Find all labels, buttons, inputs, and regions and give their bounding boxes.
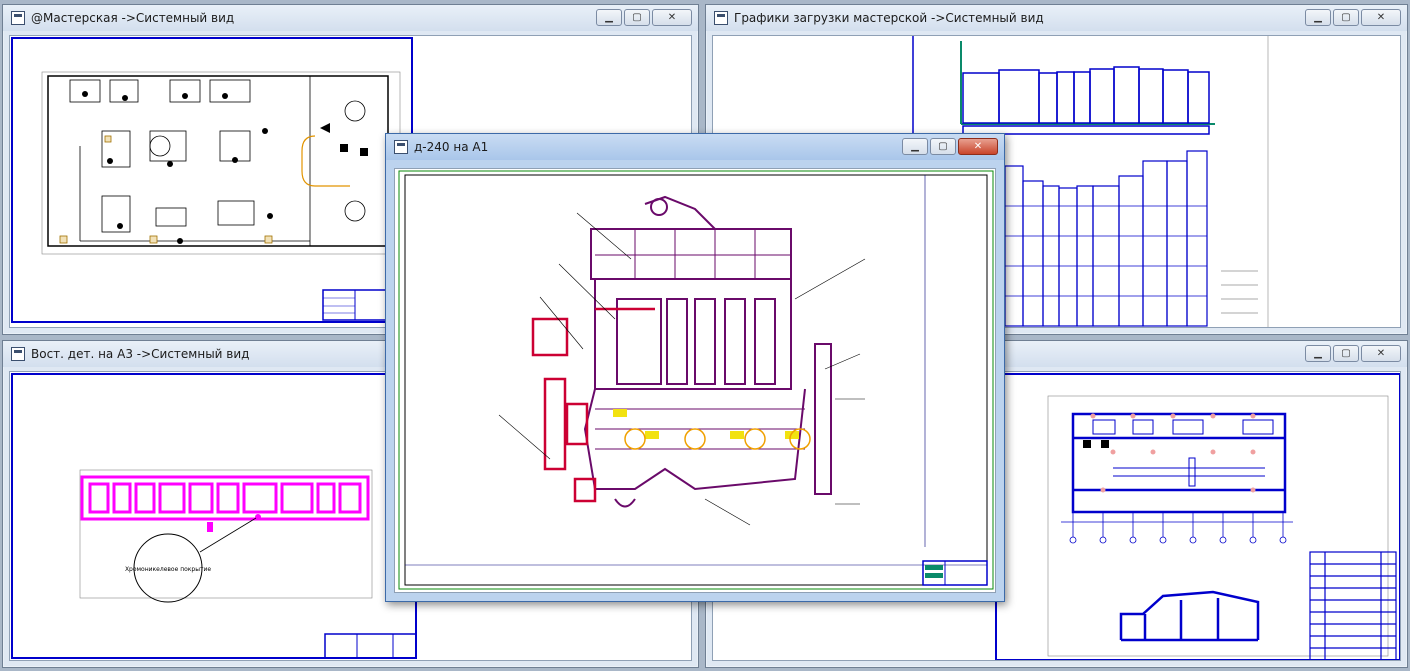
workshop-title: @Мастерская ->Системный вид: [31, 11, 235, 25]
minimize-icon: ▁: [911, 140, 919, 152]
restored-part-title: Вост. дет. на А3 ->Системный вид: [31, 347, 250, 361]
minimize-icon: ▁: [605, 11, 613, 23]
engine-title: д-240 на А1: [414, 140, 489, 154]
engine-titlebar[interactable]: д-240 на А1 ▁ ▢ ✕: [386, 134, 1004, 160]
minimize-button[interactable]: ▁: [902, 138, 928, 155]
minimize-icon: ▁: [1314, 347, 1322, 359]
maximize-button[interactable]: ▢: [1333, 345, 1359, 362]
maximize-icon: ▢: [1341, 347, 1351, 359]
document-icon: [11, 347, 25, 361]
close-button[interactable]: ✕: [1361, 9, 1401, 26]
close-button[interactable]: ✕: [1361, 345, 1401, 362]
document-icon: [11, 11, 25, 25]
maximize-button[interactable]: ▢: [1333, 9, 1359, 26]
maximize-icon: ▢: [1341, 11, 1351, 23]
close-icon: ✕: [1376, 347, 1386, 359]
load-charts-titlebar[interactable]: Графики загрузки мастерской ->Системный …: [706, 5, 1407, 31]
close-button[interactable]: ✕: [958, 138, 998, 155]
minimize-icon: ▁: [1314, 11, 1322, 23]
maximize-button[interactable]: ▢: [624, 9, 650, 26]
minimize-button[interactable]: ▁: [1305, 9, 1331, 26]
maximize-icon: ▢: [632, 11, 642, 23]
minimize-button[interactable]: ▁: [1305, 345, 1331, 362]
document-icon: [394, 140, 408, 154]
engine-window[interactable]: д-240 на А1 ▁ ▢ ✕: [385, 133, 1005, 602]
load-charts-title: Графики загрузки мастерской ->Системный …: [734, 11, 1044, 25]
close-icon: ✕: [1376, 11, 1386, 23]
close-icon: ✕: [973, 140, 983, 152]
maximize-icon: ▢: [938, 140, 948, 152]
coating-label: Хромоникелевое покрытие: [125, 566, 211, 573]
document-icon: [714, 11, 728, 25]
maximize-button[interactable]: ▢: [930, 138, 956, 155]
engine-drawing-canvas[interactable]: [394, 168, 996, 593]
workshop-titlebar[interactable]: @Мастерская ->Системный вид ▁ ▢ ✕: [3, 5, 698, 31]
minimize-button[interactable]: ▁: [596, 9, 622, 26]
engine-section-drawing: [398, 170, 994, 590]
close-icon: ✕: [667, 11, 677, 23]
close-button[interactable]: ✕: [652, 9, 692, 26]
